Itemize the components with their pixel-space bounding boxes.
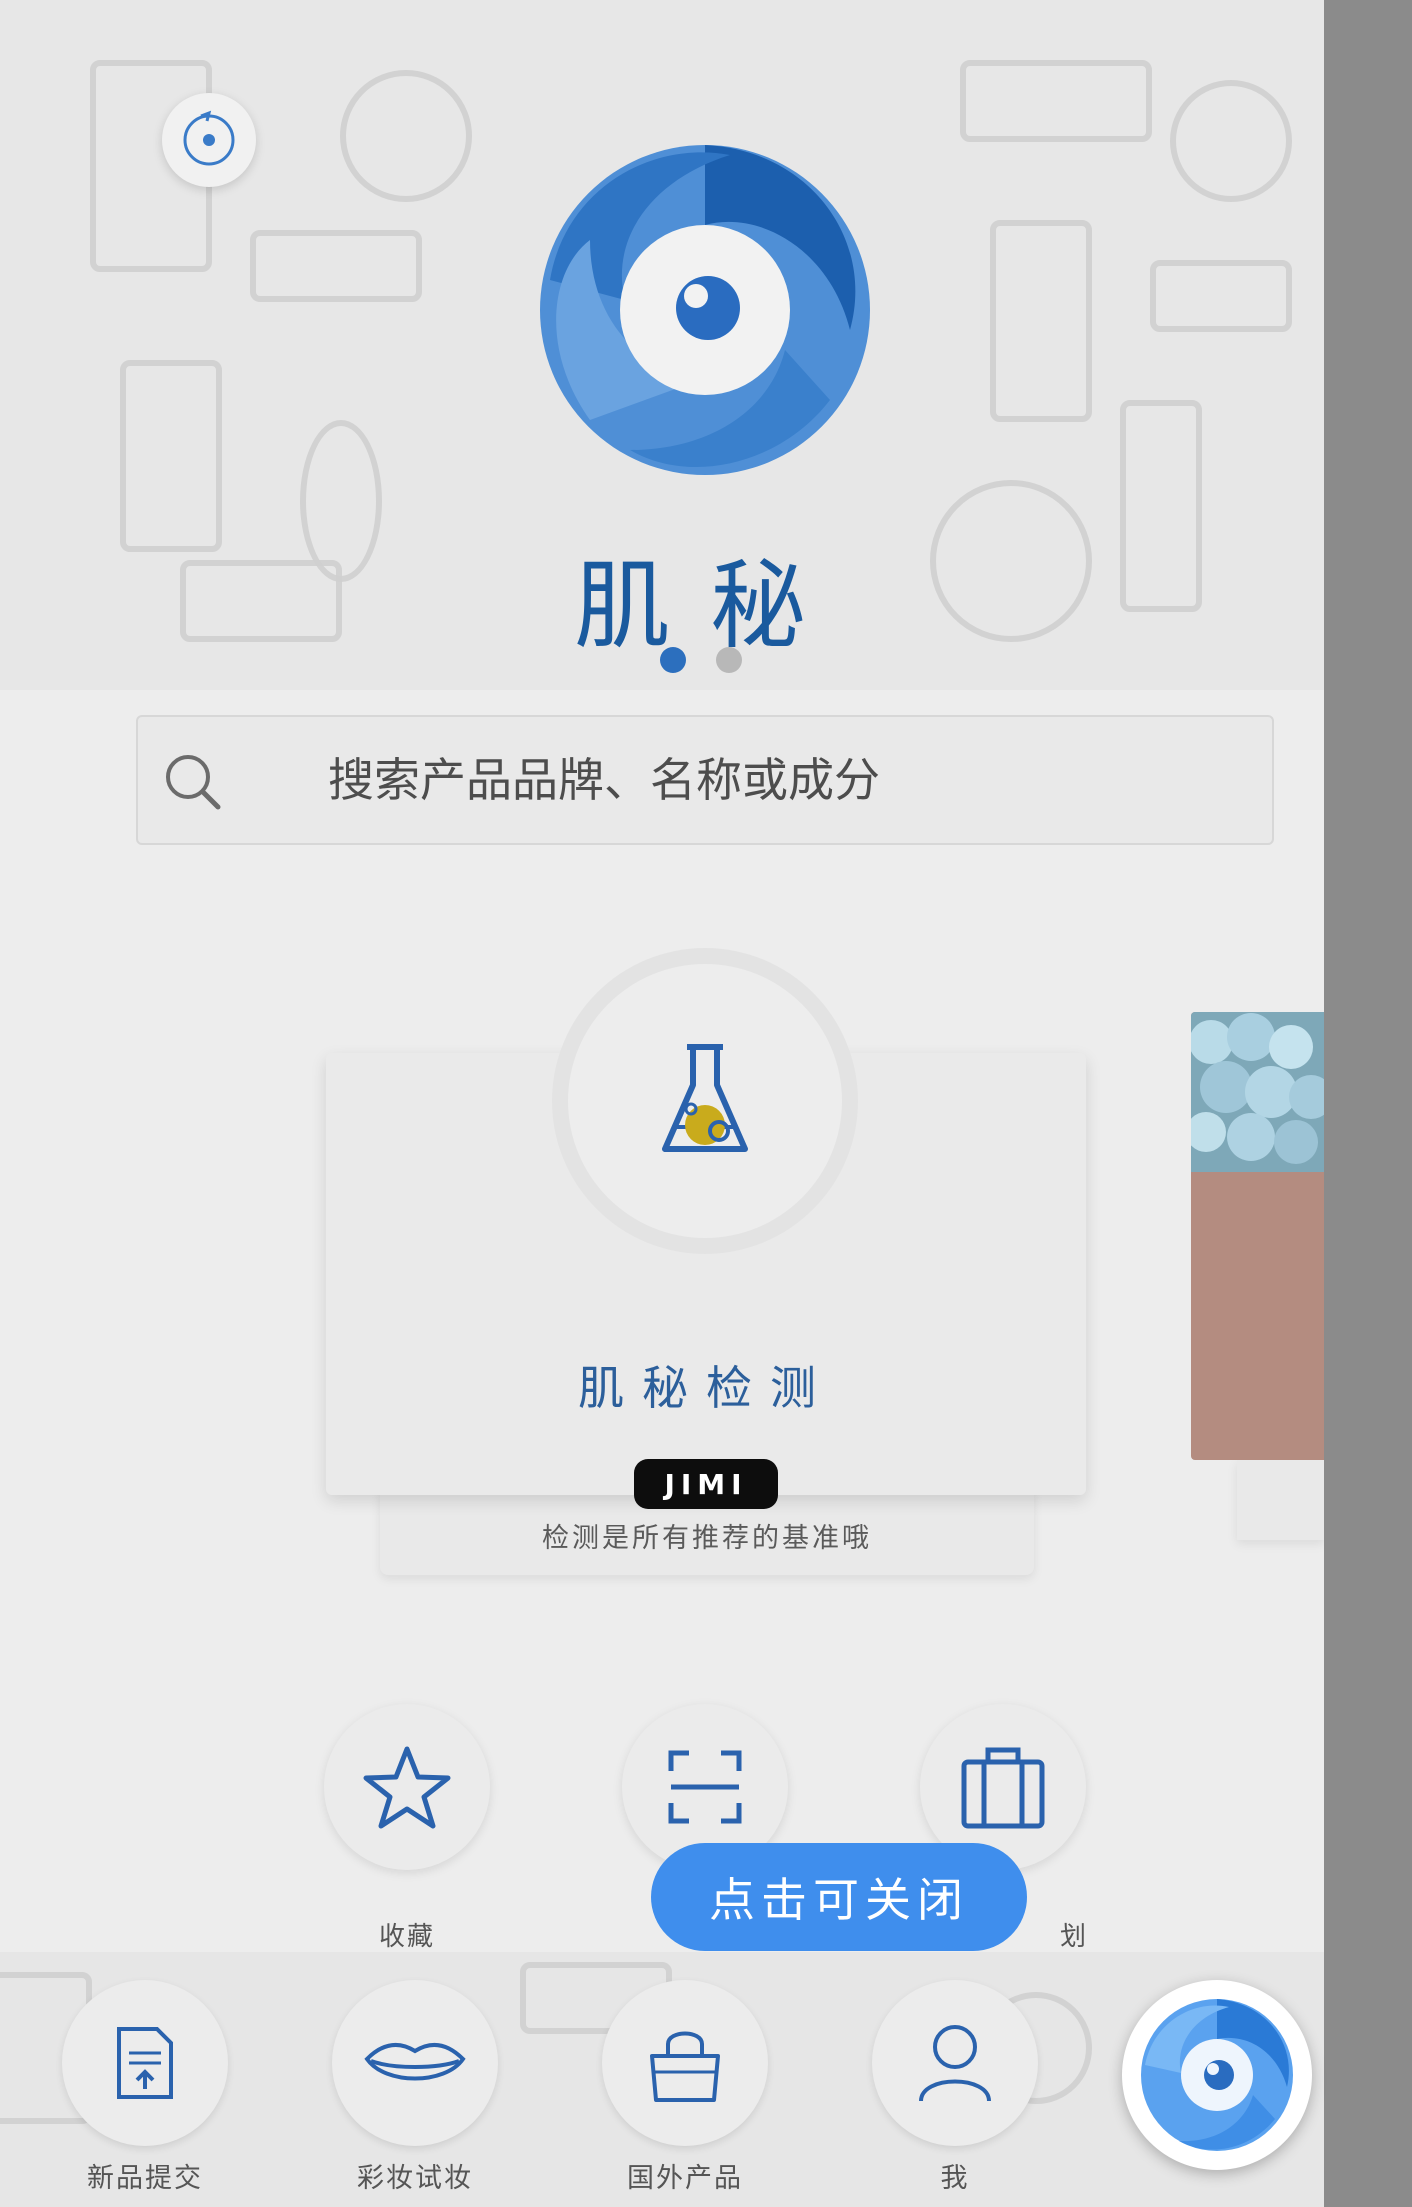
hero-banner[interactable]: 肌秘 [0,0,1324,690]
carousel-dot-active[interactable] [660,647,686,673]
search-bar[interactable]: 搜索产品品牌、名称或成分 [136,715,1274,845]
nav-me[interactable]: 我 [872,1980,1038,2195]
carousel-dot[interactable] [716,647,742,673]
next-card-preview[interactable] [1191,1012,1324,1460]
swirl-eye-icon [540,145,870,475]
nav-makeup-tryon-button[interactable] [332,1980,498,2146]
next-card-image [1191,1012,1324,1172]
favorites-shortcut[interactable]: 收藏 [322,1704,492,1953]
scan-icon [668,1750,742,1824]
screen-edge-overlay [1324,0,1412,2207]
nav-foreign-products-label: 国外产品 [627,2163,743,2194]
doodle-decoration [340,70,472,202]
nav-new-product[interactable]: 新品提交 [62,1980,228,2195]
nav-foreign-products-button[interactable] [602,1980,768,2146]
search-placeholder: 搜索产品品牌、名称或成分 [328,753,880,807]
detection-card-title: 肌秘检测 [578,1361,834,1415]
carousel-indicator [660,647,742,673]
doodle-decoration [250,230,422,302]
nav-me-label: 我 [940,2163,970,2194]
doodle-decoration [1120,400,1202,612]
detection-card-subtitle: 检测是所有推荐的基准哦 [542,1523,872,1554]
handbag-icon [650,2031,720,2102]
favorites-label: 收藏 [378,1922,435,1952]
lips-icon [364,2042,466,2081]
doodle-decoration [300,420,382,582]
star-icon [363,1746,451,1829]
floating-assistant-button[interactable] [1122,1980,1312,2170]
nav-foreign-products[interactable]: 国外产品 [602,1980,768,2195]
favorites-button[interactable] [324,1704,490,1870]
app-logo [530,130,880,490]
refresh-button[interactable] [162,93,256,187]
home-screen: 肌秘 搜索产品品牌、名称或成分 肌秘检测 JIMI 检测是所有推荐的基准哦 收藏… [0,0,1324,2207]
close-toast-button[interactable]: 点击可关闭 [651,1843,1027,1951]
next-card-shadow [1237,1460,1324,1540]
doodle-decoration [930,480,1092,642]
nav-makeup-tryon-label: 彩妆试妆 [357,2163,473,2194]
doodle-decoration [180,560,342,642]
suitcase-icon [961,1747,1045,1829]
nav-makeup-tryon[interactable]: 彩妆试妆 [332,1980,498,2195]
doodle-decoration [120,360,222,552]
nav-me-button[interactable] [872,1980,1038,2146]
doodle-decoration [1150,260,1292,332]
flask-icon [662,1044,748,1152]
flask-icon-holder[interactable] [568,964,842,1238]
nav-new-product-label: 新品提交 [87,2163,203,2194]
nav-new-product-button[interactable] [62,1980,228,2146]
swirl-eye-icon [1141,1999,1293,2151]
doodle-decoration [1170,80,1292,202]
jimi-badge: JIMI [634,1459,778,1509]
doodle-decoration [960,60,1152,142]
doodle-decoration [990,220,1092,422]
search-icon [166,755,221,810]
target-icon [183,110,235,166]
person-icon [919,2025,991,2102]
document-upload-icon [117,2027,173,2099]
